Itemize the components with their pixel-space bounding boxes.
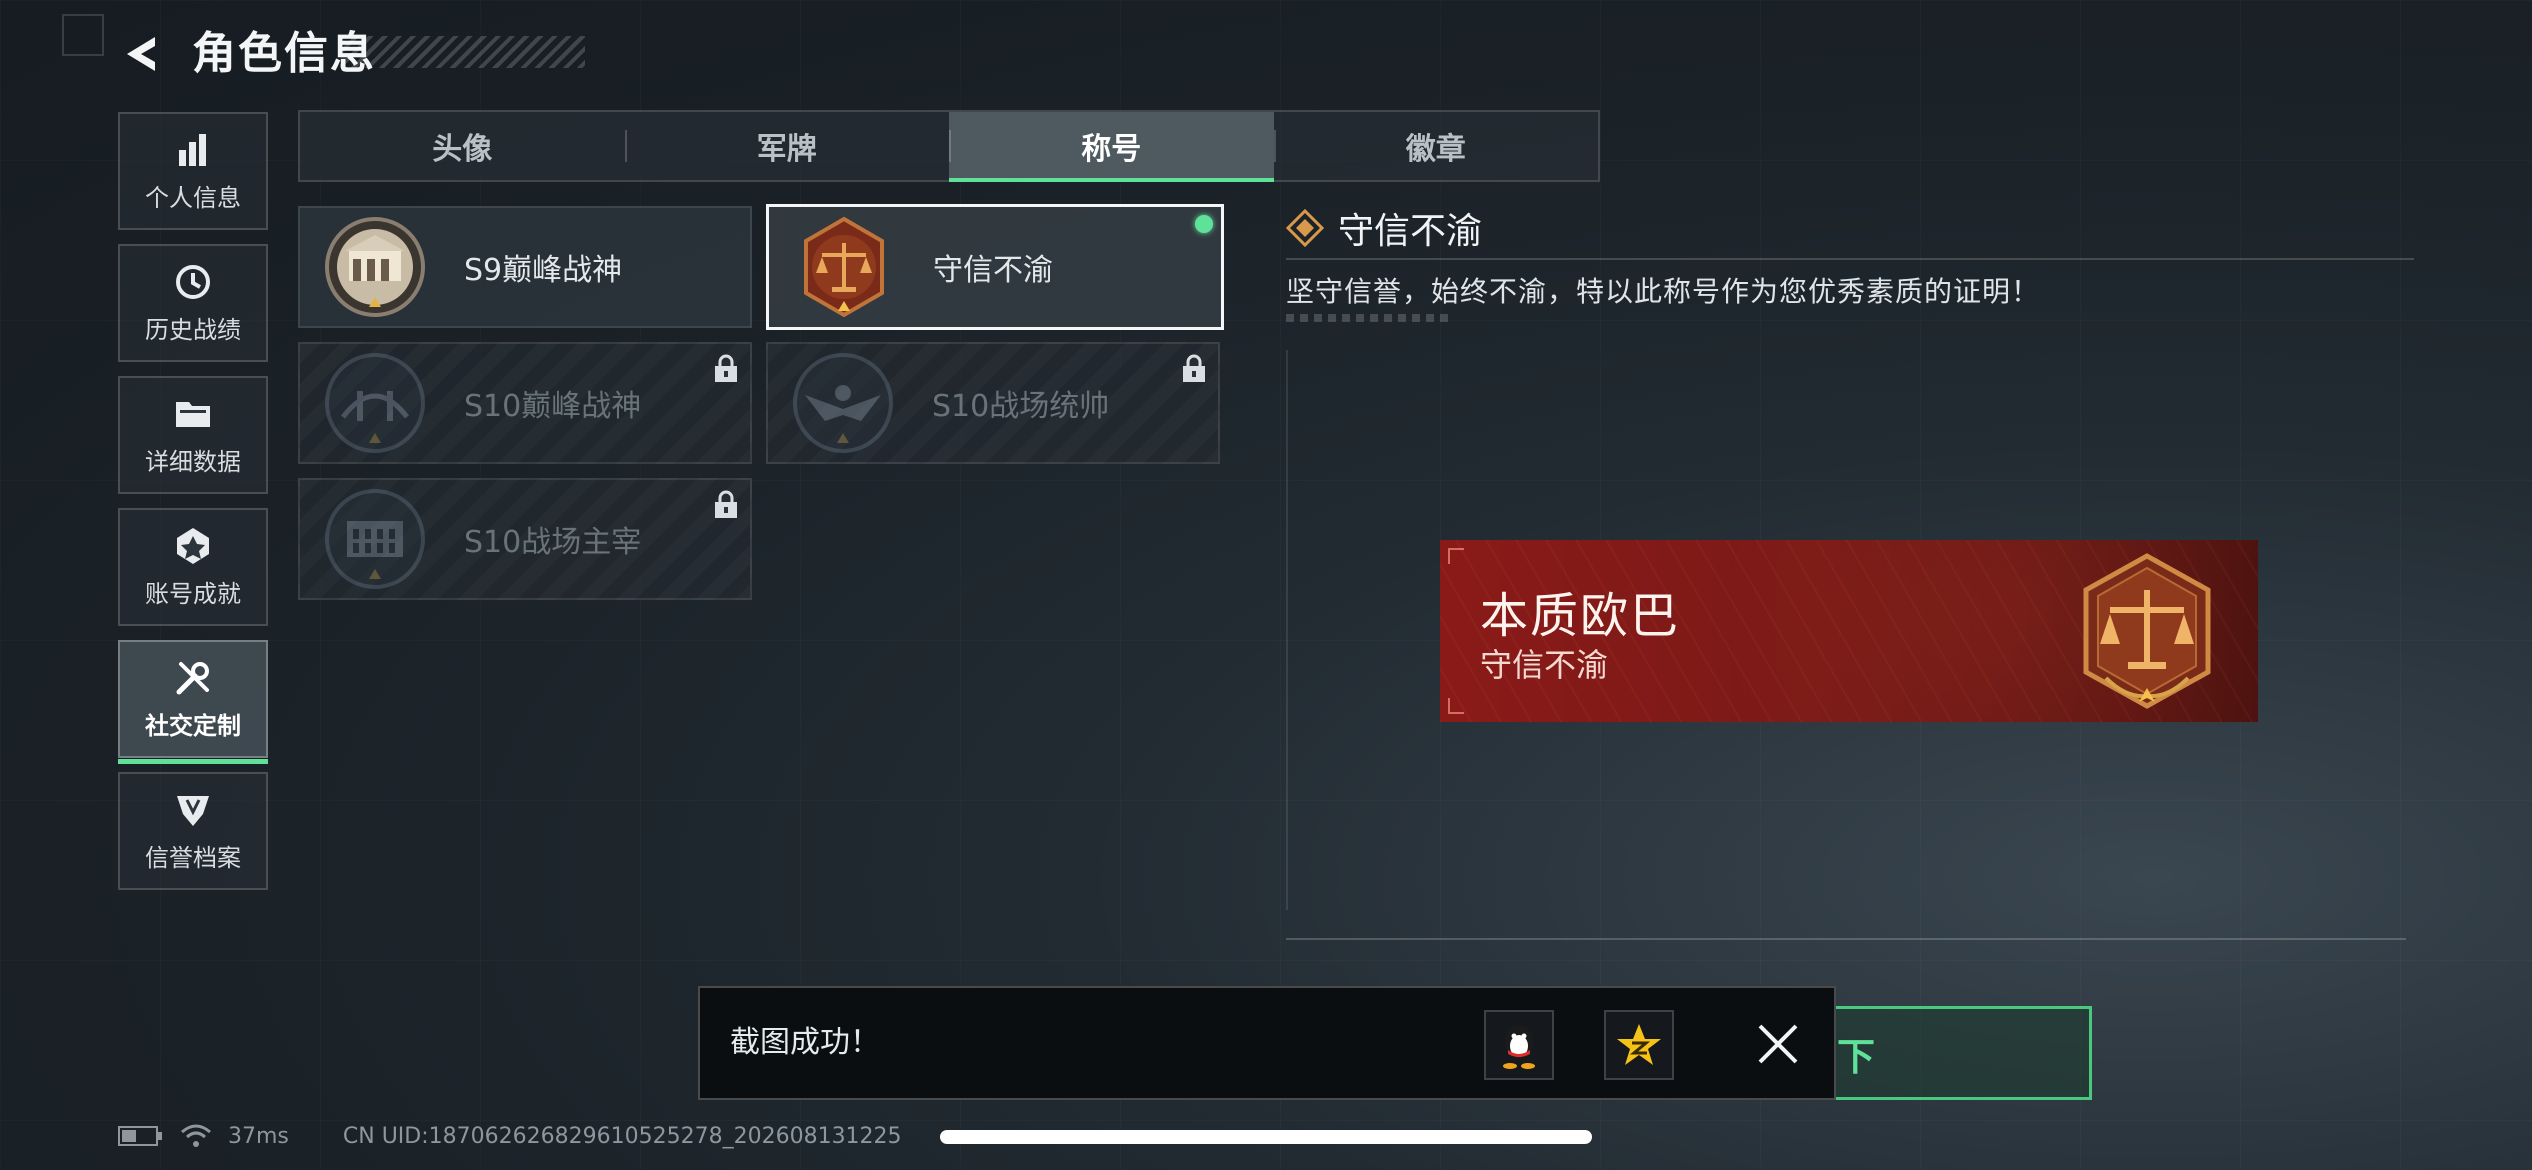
toast-message: 截图成功！ (730, 1025, 880, 1060)
tab-title[interactable]: 称号 (949, 112, 1274, 182)
colosseum-emblem-icon (320, 484, 430, 594)
bar-chart-icon (179, 133, 206, 166)
lock-icon (715, 354, 737, 382)
sidebar-item-label: 历史战绩 (145, 315, 241, 344)
preview-player-name: 本质欧巴 (1480, 588, 1681, 644)
detail-decoration (1286, 314, 1450, 322)
fortress-emblem-icon (320, 212, 430, 322)
toast-close-button[interactable] (1750, 1016, 1806, 1072)
home-indicator[interactable] (940, 1130, 1592, 1144)
eagle-emblem-icon (788, 348, 898, 458)
uid-text: CN UID:18706262682961052527­8_2026081312… (342, 1123, 902, 1149)
corner-decoration (62, 14, 104, 56)
sidebar-item-label: 账号成就 (145, 579, 241, 608)
screenshot-toast: 截图成功！ (698, 986, 1836, 1100)
clock-history-icon (176, 264, 210, 299)
plate-corner (1448, 548, 1464, 564)
qzone-star-icon (1617, 1024, 1661, 1065)
detail-description: 坚守信誉，始终不渝，特以此称号作为您优秀素质的证明！ (1286, 275, 2041, 308)
title-name: S10战场主宰 (464, 525, 642, 560)
lock-icon (715, 490, 737, 518)
title-name: S9巅峰战神 (464, 253, 623, 288)
detail-title: 守信不渝 (1338, 211, 1483, 252)
lock-icon (1183, 354, 1205, 382)
folder-icon (176, 401, 210, 427)
sidebar-item-label: 社交定制 (145, 711, 241, 740)
sidebar-item-label: 个人信息 (145, 183, 241, 212)
preview-frame-bottom (1286, 938, 2406, 940)
title-card-keep-faith[interactable]: 守信不渝 (766, 204, 1224, 330)
share-qzone-button[interactable] (1604, 1010, 1674, 1080)
preview-frame-left (1286, 350, 1288, 910)
title-card-s10-commander[interactable]: S10战场统帅 (766, 342, 1220, 464)
preview-title: 守信不渝 (1480, 646, 1609, 684)
title-card-s10-peak[interactable]: S10巅峰战神 (298, 342, 752, 464)
sidebar-item-social-custom[interactable]: 社交定制 (118, 640, 268, 764)
sidebar-item-label: 信誉档案 (145, 843, 241, 872)
battery-icon (118, 1126, 162, 1146)
achievement-icon (177, 527, 209, 564)
plate-corner (1448, 698, 1464, 714)
wifi-icon (181, 1124, 211, 1147)
title-name: S10战场统帅 (932, 389, 1110, 424)
share-qq-button[interactable] (1484, 1010, 1554, 1080)
title-name: 守信不渝 (933, 253, 1053, 288)
tab-dog-tag[interactable]: 军牌 (624, 112, 950, 180)
equipped-indicator (1195, 215, 1213, 233)
sidebar-item-detailed-data[interactable]: 详细数据 (118, 376, 268, 494)
tools-icon (176, 661, 209, 694)
title-name: S10巅峰战神 (464, 389, 642, 424)
tab-badge[interactable]: 徽章 (1273, 112, 1599, 180)
title-card-s10-dominator[interactable]: S10战场主宰 (298, 478, 752, 600)
bridge-emblem-icon (320, 348, 430, 458)
sidebar-item-label: 详细数据 (145, 447, 241, 476)
detail-header: 守信不渝 (1286, 200, 1482, 256)
close-icon (1758, 1024, 1798, 1064)
sidebar-item-personal-info[interactable]: 个人信息 (118, 112, 268, 230)
ping-value: 37ms (228, 1123, 289, 1149)
status-bar: 37ms CN UID:18706262682961052527­8_20260… (118, 1118, 902, 1154)
diamond-title-icon (1286, 209, 1324, 247)
sidebar-item-credit-record[interactable]: 信誉档案 (118, 772, 268, 890)
tab-avatar[interactable]: 头像 (300, 112, 625, 180)
category-tabs: 头像 军牌 称号 徽章 (298, 110, 1600, 182)
detail-divider (1286, 258, 2414, 260)
title-card-s9-peak[interactable]: S9巅峰战神 (298, 206, 752, 328)
back-arrow-icon (127, 37, 155, 71)
credit-shield-icon (177, 795, 209, 826)
scales-emblem-icon (789, 212, 899, 322)
qq-penguin-icon (1503, 1025, 1535, 1069)
title-decoration (340, 36, 585, 68)
scales-emblem-icon (2083, 553, 2211, 709)
sidebar-item-achievements[interactable]: 账号成就 (118, 508, 268, 626)
back-button[interactable] (112, 24, 172, 84)
sidebar-item-match-history[interactable]: 历史战绩 (118, 244, 268, 362)
title-preview-plate: 本质欧巴 守信不渝 (1440, 540, 2258, 722)
